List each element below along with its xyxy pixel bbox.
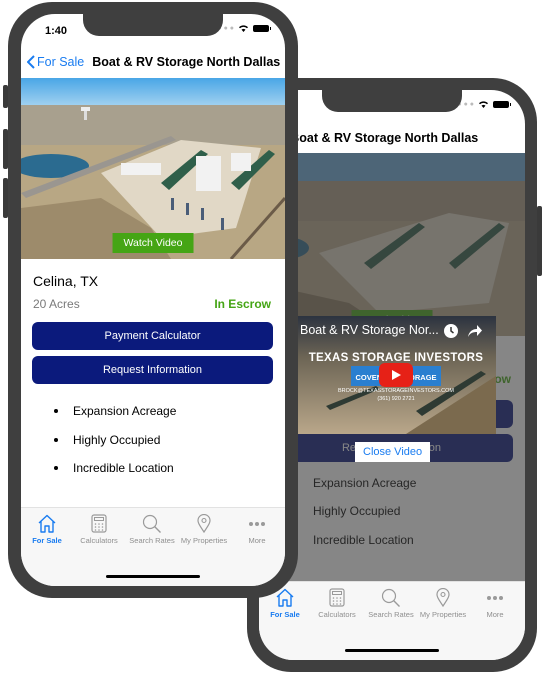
map-pin-icon — [436, 588, 450, 607]
more-dots-icon — [249, 522, 265, 526]
youtube-play-button[interactable] — [379, 363, 413, 387]
bullet — [54, 438, 58, 442]
wifi-icon — [239, 25, 248, 32]
nav-bar: For Sale Boat & RV Storage North Dallas — [259, 124, 525, 152]
nav-bar: For Sale Boat & RV Storage North Dallas — [21, 48, 285, 76]
close-video-button[interactable]: Close Video — [355, 442, 431, 462]
tab-my-properties[interactable]: My Properties — [178, 514, 230, 545]
tab-calculators[interactable]: Calculators — [73, 514, 125, 545]
page-title: Boat & RV Storage North Dallas — [92, 55, 281, 69]
mute-switch — [3, 85, 8, 108]
share-icon[interactable] — [468, 325, 482, 337]
feature-item: Incredible Location — [54, 461, 174, 475]
back-button[interactable]: For Sale — [27, 55, 84, 69]
calculator-icon — [329, 588, 345, 607]
property-photo: Watch Video — [21, 78, 285, 259]
acreage-label: 20 Acres — [33, 297, 80, 311]
feature-item: Expansion Acreage — [54, 404, 176, 418]
chevron-left-icon — [27, 55, 35, 69]
tab-calculators[interactable]: Calculators — [311, 588, 363, 619]
banner-line-4: (361) 920 2721 — [377, 396, 415, 402]
search-icon — [142, 514, 161, 533]
back-label: For Sale — [37, 55, 85, 69]
tab-bar: For Sale Calculators Search Rates My Pro… — [21, 507, 285, 586]
power-button — [537, 206, 542, 276]
tab-my-properties[interactable]: My Properties — [417, 588, 469, 619]
tab-more[interactable]: More — [231, 514, 283, 545]
home-indicator[interactable] — [106, 575, 200, 578]
bullet — [54, 466, 58, 470]
tab-search-rates[interactable]: Search Rates — [365, 588, 417, 619]
more-dots-icon — [487, 596, 503, 600]
payment-calculator-button[interactable]: Payment Calculator — [32, 322, 273, 350]
escrow-status: In Escrow — [214, 297, 271, 311]
battery-icon — [253, 24, 271, 32]
request-information-button[interactable]: Request Information — [32, 356, 273, 384]
map-pin-icon — [197, 514, 211, 533]
notch — [83, 14, 223, 36]
tab-bar: For Sale Calculators Search Rates My Pro… — [259, 581, 525, 660]
home-indicator[interactable] — [345, 649, 439, 652]
volume-up-button — [3, 129, 8, 169]
front-phone-screen: 1:40 ● ● ● ● For Sale Boat & RV Storage … — [21, 14, 285, 586]
video-player[interactable]: Boat & RV Storage Nor... TEXAS STORAGE I… — [296, 316, 496, 434]
tab-more[interactable]: More — [469, 588, 521, 619]
front-phone-frame: 1:40 ● ● ● ● For Sale Boat & RV Storage … — [3, 2, 298, 598]
status-time: 1:40 — [45, 25, 68, 37]
city-label: Celina, TX — [33, 273, 99, 289]
bullet — [54, 409, 58, 413]
tab-search-rates[interactable]: Search Rates — [126, 514, 178, 545]
notch — [322, 90, 462, 112]
page-title: Boat & RV Storage North Dallas — [290, 131, 479, 145]
watch-later-icon[interactable] — [444, 324, 458, 338]
feature-item: Highly Occupied — [54, 433, 160, 447]
back-phone-screen: 1:40 ● ● ● ● For Sale Boat & RV Storage … — [259, 90, 525, 660]
search-icon — [381, 588, 400, 607]
wifi-icon — [479, 101, 488, 108]
play-icon — [392, 370, 401, 380]
volume-down-button — [3, 178, 8, 218]
tab-for-sale[interactable]: For Sale — [21, 514, 73, 545]
video-title: Boat & RV Storage Nor... — [300, 323, 439, 337]
house-icon — [38, 514, 56, 533]
calculator-icon — [91, 514, 107, 533]
battery-icon — [493, 100, 511, 108]
watch-video-button[interactable]: Watch Video — [112, 233, 194, 253]
banner-line-3: BROCK@TEXASSTORAGEINVESTORS.COM — [337, 388, 454, 394]
